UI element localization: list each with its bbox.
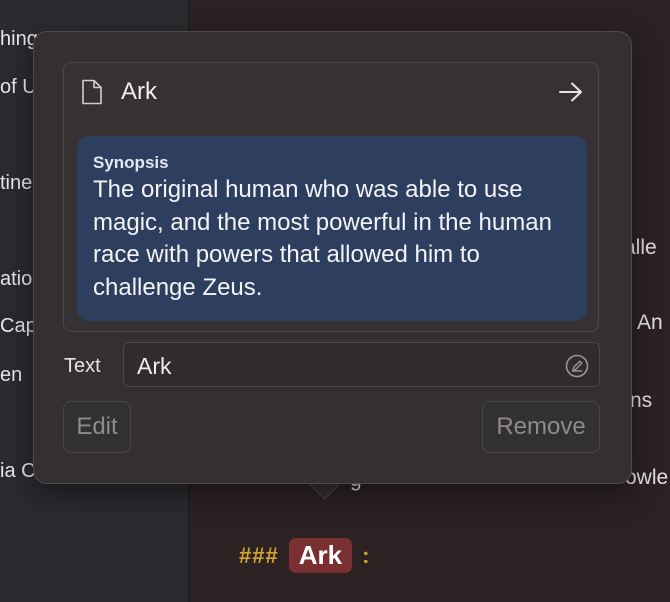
selected-link-tag[interactable]: Ark — [288, 538, 353, 573]
heading-colon: : — [362, 542, 370, 568]
link-text-value[interactable]: Ark — [137, 353, 172, 380]
edit-circle-icon[interactable] — [565, 354, 589, 378]
sidebar-item[interactable]: en — [0, 364, 22, 387]
remove-button[interactable]: Remove — [482, 401, 600, 453]
link-text-field[interactable]: Ark — [123, 342, 600, 387]
sidebar-item[interactable]: ia C — [0, 460, 36, 483]
sidebar-item[interactable]: atio — [0, 268, 32, 291]
sidebar-item[interactable]: of U — [0, 76, 37, 99]
sidebar-item[interactable]: Cap — [0, 315, 37, 338]
editor-text: ns — [630, 389, 653, 412]
document-card-header[interactable]: Ark — [64, 63, 598, 121]
markdown-heading-line[interactable]: ### Ark : — [239, 538, 369, 573]
edit-button[interactable]: Edit — [63, 401, 131, 453]
document-icon — [81, 79, 103, 105]
synopsis-label: Synopsis — [93, 153, 169, 172]
heading-hashes: ### — [239, 542, 279, 568]
document-title: Ark — [121, 78, 157, 105]
sidebar-item[interactable]: tine — [0, 172, 32, 195]
synopsis-text: The original human who was able to use m… — [93, 176, 552, 301]
editor-text: An — [637, 311, 663, 334]
text-field-label: Text — [64, 355, 101, 377]
document-card: Ark Synopsis The original human who was … — [63, 62, 599, 332]
arrow-right-icon[interactable] — [558, 81, 584, 103]
synopsis-box: Synopsis The original human who was able… — [77, 136, 587, 321]
